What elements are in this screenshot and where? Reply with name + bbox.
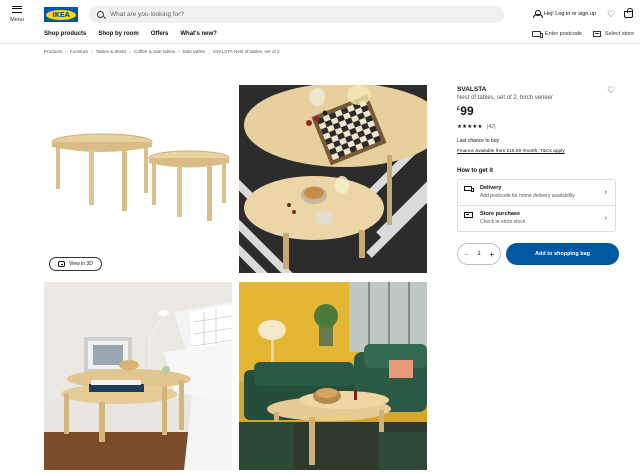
product-image-bedroom[interactable] bbox=[44, 282, 232, 470]
how-to-get-it-heading: How to get it bbox=[457, 168, 493, 174]
menu-icon bbox=[12, 6, 22, 13]
chess-scene-illustration bbox=[239, 85, 427, 273]
breadcrumb-furniture[interactable]: Furniture bbox=[70, 49, 88, 54]
breadcrumb-separator: › bbox=[65, 49, 67, 54]
nav-shop-products[interactable]: Shop products bbox=[44, 31, 86, 37]
menu-button[interactable]: Menu bbox=[6, 6, 28, 23]
finance-link[interactable]: Finance available from £16.50 /month, T&… bbox=[457, 149, 565, 154]
product-image-chess[interactable] bbox=[239, 85, 427, 273]
product-name: SVALSTA bbox=[457, 86, 487, 93]
product-price: £ 99 bbox=[457, 105, 474, 117]
add-to-favourites-heart-icon[interactable]: ♡ bbox=[607, 86, 615, 95]
main-nav: Shop products Shop by room Offers What's… bbox=[44, 31, 217, 37]
add-to-shopping-bag-button[interactable]: Add to shopping bag bbox=[506, 243, 619, 265]
logo-oval: IKEA bbox=[46, 9, 76, 20]
account-link[interactable]: Hej! Log in or sign up bbox=[533, 10, 596, 18]
view-in-3d-label: View in 3D bbox=[69, 261, 93, 267]
search-input[interactable] bbox=[110, 11, 490, 18]
breadcrumb-separator: › bbox=[129, 49, 132, 54]
search-bar[interactable] bbox=[89, 6, 504, 23]
product-image-main[interactable] bbox=[44, 85, 232, 273]
enter-postcode-button[interactable]: Enter postcode bbox=[532, 31, 582, 38]
truck-icon bbox=[532, 31, 543, 38]
select-store-button[interactable]: Select store bbox=[593, 31, 634, 37]
breadcrumb-tables-desks[interactable]: Tables & desks bbox=[96, 49, 127, 54]
breadcrumb-coffee-side-tables[interactable]: Coffee & side tables bbox=[134, 49, 175, 54]
store-purchase-subtitle: Check in-store stock bbox=[480, 219, 526, 225]
nav-whats-new[interactable]: What's new? bbox=[180, 31, 216, 37]
product-description: Nest of tables, set of 2, birch veneer bbox=[457, 95, 554, 101]
chevron-right-icon: › bbox=[604, 189, 607, 196]
nav-shop-by-room[interactable]: Shop by room bbox=[98, 31, 138, 37]
fulfilment-options: Delivery Add postcode for home delivery … bbox=[457, 179, 616, 232]
shopping-bag-icon[interactable] bbox=[624, 8, 633, 18]
ikea-logo[interactable]: IKEA bbox=[44, 7, 78, 22]
breadcrumb: Products › Furniture › Tables & desks › Cof… bbox=[44, 49, 280, 54]
user-icon bbox=[533, 10, 543, 18]
store-purchase-icon bbox=[464, 212, 474, 218]
breadcrumb-separator: › bbox=[91, 49, 93, 54]
delivery-option[interactable]: Delivery Add postcode for home delivery … bbox=[458, 180, 615, 206]
price-value: 99 bbox=[460, 104, 474, 118]
store-purchase-title: Store purchase bbox=[480, 211, 521, 217]
review-count: (42) bbox=[486, 124, 496, 130]
delivery-title: Delivery bbox=[480, 185, 502, 191]
nest-tables-illustration bbox=[44, 85, 232, 273]
search-icon[interactable] bbox=[97, 11, 104, 18]
store-label: Select store bbox=[605, 31, 635, 37]
breadcrumb-separator: › bbox=[208, 49, 210, 54]
decrease-quantity-button[interactable]: − bbox=[464, 250, 469, 259]
bedroom-scene-illustration bbox=[44, 282, 232, 470]
logo-text: IKEA bbox=[52, 10, 70, 19]
chevron-right-icon: › bbox=[604, 215, 607, 222]
header-divider bbox=[0, 43, 640, 44]
living-room-illustration bbox=[239, 282, 427, 470]
cube-3d-icon bbox=[58, 261, 65, 267]
breadcrumb-current: SVALSTA Nest of tables, set of 2 bbox=[212, 49, 280, 54]
last-chance-label: Last chance to buy bbox=[457, 138, 499, 144]
nav-offers[interactable]: Offers bbox=[151, 31, 169, 37]
postcode-label: Enter postcode bbox=[545, 31, 582, 37]
product-image-living-room[interactable] bbox=[239, 282, 427, 470]
breadcrumb-products[interactable]: Products bbox=[44, 49, 62, 54]
delivery-subtitle: Add postcode for home delivery availabil… bbox=[480, 193, 575, 199]
breadcrumb-side-tables[interactable]: Side tables bbox=[183, 49, 206, 54]
store-purchase-option[interactable]: Store purchase Check in-store stock › bbox=[458, 206, 615, 232]
product-rating[interactable]: ★★★★★ (42) bbox=[457, 124, 496, 130]
view-in-3d-button[interactable]: View in 3D bbox=[49, 257, 102, 271]
increase-quantity-button[interactable]: + bbox=[489, 250, 494, 259]
delivery-truck-icon bbox=[464, 186, 474, 192]
quantity-stepper: − 1 + bbox=[457, 243, 501, 265]
quantity-value[interactable]: 1 bbox=[477, 251, 480, 257]
menu-label: Menu bbox=[10, 17, 24, 23]
breadcrumb-separator: › bbox=[178, 49, 180, 54]
store-icon bbox=[593, 31, 601, 37]
rating-stars-icon: ★★★★★ bbox=[457, 124, 483, 130]
account-label: Hej! Log in or sign up bbox=[544, 11, 596, 17]
favourites-heart-icon[interactable]: ♡ bbox=[607, 10, 615, 19]
